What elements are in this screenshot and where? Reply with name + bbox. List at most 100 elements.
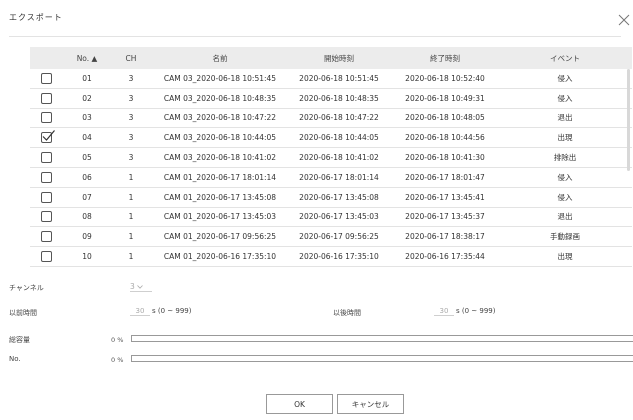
total-capacity-label: 総容量 bbox=[9, 336, 30, 344]
cell-start: 2020-06-16 17:35:10 bbox=[299, 252, 379, 262]
cell-name: CAM 03_2020-06-18 10:51:45 bbox=[163, 73, 277, 83]
no-progress bbox=[131, 355, 633, 362]
no-label: No. bbox=[9, 355, 21, 363]
table-row[interactable]: 06 1 CAM 01_2020-06-17 18:01:14 2020-06-17 … bbox=[30, 168, 632, 188]
cell-name: CAM 01_2020-06-17 13:45:03 bbox=[163, 212, 277, 222]
table-row[interactable]: 04 3 CAM 03_2020-06-18 10:44:05 2020-06-18 … bbox=[30, 128, 632, 149]
cell-start: 2020-06-18 10:51:45 bbox=[299, 73, 379, 83]
cell-name: CAM 03_2020-06-18 10:44:05 bbox=[163, 133, 277, 143]
row-checkbox-cell bbox=[30, 89, 62, 108]
cell-name: CAM 03_2020-06-18 10:48:35 bbox=[163, 93, 277, 103]
checkbox-icon[interactable] bbox=[40, 191, 52, 203]
no-percent: 0 % bbox=[111, 356, 124, 364]
cell-name: CAM 01_2020-06-17 09:56:25 bbox=[163, 232, 277, 242]
cancel-button[interactable]: キャンセル bbox=[337, 394, 404, 414]
row-checkbox-cell bbox=[30, 128, 62, 147]
cell-end: 2020-06-17 18:01:47 bbox=[405, 172, 485, 182]
checkbox-icon[interactable] bbox=[40, 231, 52, 243]
cell-event: 出現 bbox=[557, 133, 573, 143]
after-time-input[interactable]: 30 bbox=[434, 307, 454, 316]
before-time-unit: s (0 ~ 999) bbox=[152, 307, 192, 315]
cell-end: 2020-06-18 10:48:05 bbox=[405, 113, 485, 123]
close-icon[interactable] bbox=[618, 11, 630, 26]
table-scrollbar[interactable] bbox=[627, 69, 630, 171]
row-checkbox-cell bbox=[30, 69, 62, 88]
table-row[interactable]: 03 3 CAM 03_2020-06-18 10:47:22 2020-06-18 … bbox=[30, 109, 632, 129]
dialog-title: エクスポート bbox=[9, 13, 63, 22]
cell-end: 2020-06-18 10:52:40 bbox=[405, 73, 485, 83]
cell-no: 02 bbox=[82, 93, 92, 103]
table-row[interactable]: 01 3 CAM 03_2020-06-18 10:51:45 2020-06-18 … bbox=[30, 69, 632, 89]
cell-start: 2020-06-18 10:41:02 bbox=[299, 153, 379, 163]
cell-ch: 1 bbox=[128, 232, 134, 242]
checkbox-icon[interactable] bbox=[40, 72, 52, 84]
before-time-field: 30 s (0 ~ 999) bbox=[130, 306, 191, 316]
cell-ch: 1 bbox=[128, 192, 134, 202]
export-table: No. ▲ CH 名前 開始時刻 終了時刻 イベント 01 3 CAM 03_202… bbox=[30, 47, 632, 267]
row-checkbox-cell bbox=[30, 168, 62, 187]
table-row[interactable]: 02 3 CAM 03_2020-06-18 10:48:35 2020-06-18 … bbox=[30, 89, 632, 109]
cell-start: 2020-06-17 13:45:08 bbox=[299, 192, 379, 202]
checkbox-icon[interactable] bbox=[40, 112, 52, 124]
cell-end: 2020-06-18 10:41:30 bbox=[405, 153, 485, 163]
before-time-input[interactable]: 30 bbox=[130, 307, 150, 316]
ok-button[interactable]: OK bbox=[266, 394, 333, 414]
table-row[interactable]: 10 1 CAM 01_2020-06-16 17:35:10 2020-06-16 … bbox=[30, 247, 632, 267]
before-time-label: 以前時間 bbox=[9, 309, 37, 317]
cell-no: 03 bbox=[82, 113, 92, 123]
row-checkbox-cell bbox=[30, 247, 62, 266]
cell-ch: 3 bbox=[128, 93, 134, 103]
cell-event: 退出 bbox=[557, 113, 573, 123]
checkbox-icon[interactable] bbox=[40, 251, 52, 263]
cell-start: 2020-06-18 10:44:05 bbox=[299, 133, 379, 143]
cell-no: 10 bbox=[82, 252, 92, 262]
channel-value: 3 bbox=[130, 281, 135, 291]
cell-no: 06 bbox=[82, 172, 92, 182]
cell-name: CAM 01_2020-06-16 17:35:10 bbox=[163, 252, 277, 262]
cell-end: 2020-06-17 13:45:41 bbox=[405, 192, 485, 202]
table-row[interactable]: 07 1 CAM 01_2020-06-17 13:45:08 2020-06-17 … bbox=[30, 188, 632, 208]
cell-ch: 3 bbox=[128, 153, 134, 163]
cell-end: 2020-06-18 10:44:56 bbox=[405, 133, 485, 143]
cell-event: 侵入 bbox=[557, 192, 573, 202]
checkbox-icon[interactable] bbox=[40, 152, 52, 164]
header-event[interactable]: イベント bbox=[535, 47, 595, 69]
cell-start: 2020-06-18 10:48:35 bbox=[299, 93, 379, 103]
after-time-label: 以後時間 bbox=[333, 309, 361, 317]
table-row[interactable]: 09 1 CAM 01_2020-06-17 09:56:25 2020-06-17 … bbox=[30, 227, 632, 248]
checkbox-icon[interactable] bbox=[40, 211, 52, 223]
cell-end: 2020-06-17 13:45:37 bbox=[405, 212, 485, 222]
export-dialog: エクスポート No. ▲ CH 名前 開始時刻 終了時刻 イベント 01 3 CAM… bbox=[0, 0, 633, 420]
cell-no: 05 bbox=[82, 153, 92, 163]
checkbox-icon[interactable] bbox=[40, 171, 52, 183]
after-time-unit: s (0 ~ 999) bbox=[456, 307, 496, 315]
checkbox-icon[interactable] bbox=[40, 92, 52, 104]
row-checkbox-cell bbox=[30, 109, 62, 128]
channel-select[interactable]: 3 bbox=[130, 281, 152, 292]
row-checkbox-cell bbox=[30, 188, 62, 207]
table-row[interactable]: 05 3 CAM 03_2020-06-18 10:41:02 2020-06-18 … bbox=[30, 148, 632, 168]
cell-start: 2020-06-18 10:47:22 bbox=[299, 113, 379, 123]
cell-ch: 1 bbox=[128, 172, 134, 182]
cell-name: CAM 01_2020-06-17 18:01:14 bbox=[163, 172, 277, 182]
cell-name: CAM 03_2020-06-18 10:47:22 bbox=[163, 113, 277, 123]
cell-name: CAM 01_2020-06-17 13:45:08 bbox=[163, 192, 277, 202]
cell-no: 07 bbox=[82, 192, 92, 202]
header-ch[interactable]: CH bbox=[120, 47, 142, 69]
cell-no: 01 bbox=[82, 73, 92, 83]
header-no[interactable]: No. ▲ bbox=[72, 47, 102, 69]
cell-no: 08 bbox=[82, 212, 92, 222]
header-name[interactable]: 名前 bbox=[160, 47, 280, 69]
cell-ch: 1 bbox=[128, 212, 134, 222]
header-start[interactable]: 開始時刻 bbox=[294, 47, 384, 69]
cell-end: 2020-06-16 17:35:44 bbox=[405, 252, 485, 262]
cell-event: 侵入 bbox=[557, 93, 573, 103]
checkbox-checked-icon[interactable] bbox=[40, 130, 55, 144]
cell-start: 2020-06-17 09:56:25 bbox=[299, 232, 379, 242]
table-row[interactable]: 08 1 CAM 01_2020-06-17 13:45:03 2020-06-17 … bbox=[30, 208, 632, 228]
header-end[interactable]: 終了時刻 bbox=[400, 47, 490, 69]
after-time-field: 30 s (0 ~ 999) bbox=[434, 306, 495, 316]
cell-event: 手動録画 bbox=[550, 232, 580, 242]
cell-start: 2020-06-17 18:01:14 bbox=[299, 172, 379, 182]
total-capacity-percent: 0 % bbox=[111, 336, 124, 344]
